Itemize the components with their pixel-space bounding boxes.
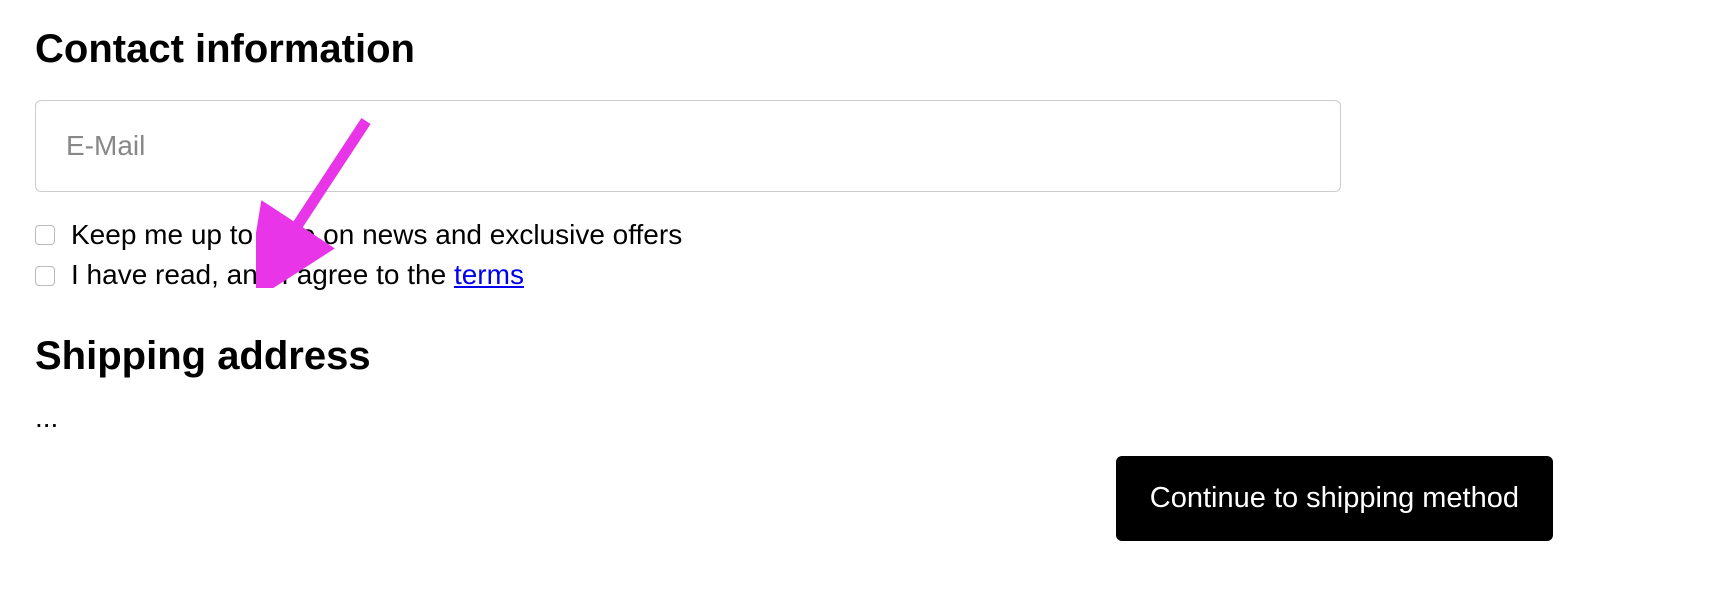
email-field[interactable] bbox=[35, 100, 1341, 192]
terms-checkbox[interactable] bbox=[35, 266, 55, 286]
continue-button[interactable]: Continue to shipping method bbox=[1116, 456, 1553, 541]
terms-link[interactable]: terms bbox=[454, 259, 524, 290]
newsletter-checkbox[interactable] bbox=[35, 225, 55, 245]
terms-label: I have read, and I agree to the terms bbox=[71, 257, 524, 293]
newsletter-row: Keep me up to date on news and exclusive… bbox=[35, 217, 1683, 253]
newsletter-label: Keep me up to date on news and exclusive… bbox=[71, 217, 682, 253]
terms-row: I have read, and I agree to the terms bbox=[35, 257, 1683, 293]
terms-label-prefix: I have read, and I agree to the bbox=[71, 259, 454, 290]
contact-heading: Contact information bbox=[35, 27, 1683, 72]
shipping-placeholder: ... bbox=[35, 404, 1683, 432]
shipping-heading: Shipping address bbox=[35, 334, 1683, 379]
